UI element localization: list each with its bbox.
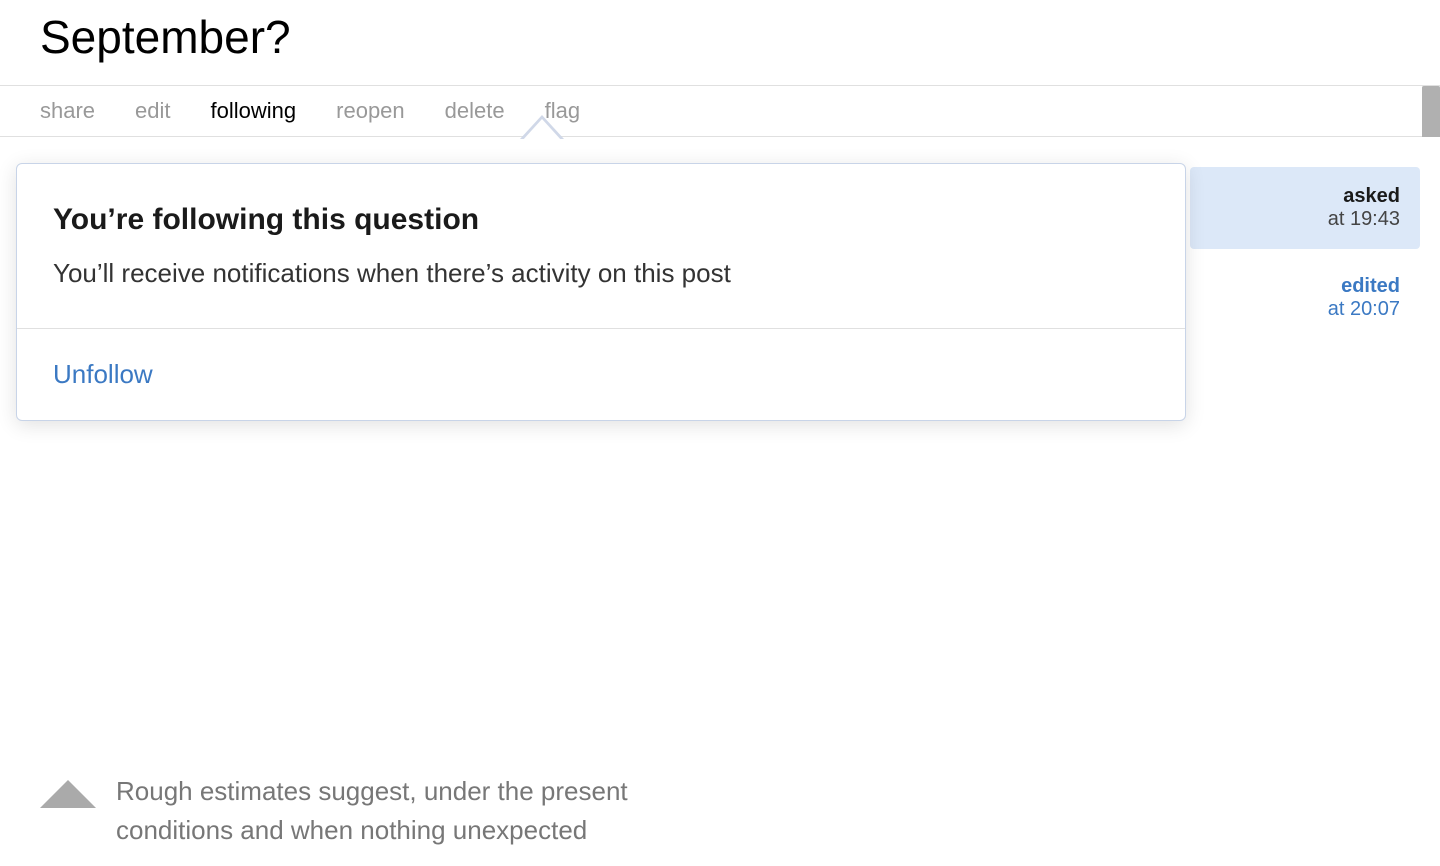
action-bar-items: share edit following reopen delete flag <box>40 84 580 138</box>
tooltip-arrow <box>520 115 564 139</box>
action-edit[interactable]: edit <box>135 84 170 138</box>
scrollbar[interactable] <box>1422 86 1440 136</box>
page-wrapper: September? share edit following reopen d… <box>0 0 1440 866</box>
asked-time: at 19:43 <box>1210 208 1400 231</box>
main-content: You’re following this question You’ll re… <box>0 137 1440 637</box>
action-delete[interactable]: delete <box>445 84 505 138</box>
bottom-text: Rough estimates suggest, under the prese… <box>116 772 628 850</box>
tooltip-footer: Unfollow <box>17 329 1185 420</box>
upvote-area <box>40 780 96 808</box>
bottom-text-line1: Rough estimates suggest, under the prese… <box>116 772 628 811</box>
asked-label: asked <box>1210 185 1400 208</box>
edited-box: edited at 20:07 <box>1190 257 1420 339</box>
upvote-button[interactable] <box>40 780 96 808</box>
bottom-text-line2: conditions and when nothing unexpected <box>116 811 628 850</box>
action-following[interactable]: following <box>211 84 297 138</box>
bottom-section: Rough estimates suggest, under the prese… <box>0 758 1422 866</box>
action-bar: share edit following reopen delete flag <box>0 85 1440 137</box>
unfollow-link[interactable]: Unfollow <box>53 359 153 389</box>
tooltip-description: You’ll receive notifications when there’… <box>53 255 1149 291</box>
edited-label: edited <box>1210 275 1400 298</box>
tooltip-body: You’re following this question You’ll re… <box>17 164 1185 328</box>
tooltip-popup: You’re following this question You’ll re… <box>16 163 1186 420</box>
tooltip-container: You’re following this question You’ll re… <box>8 163 1186 420</box>
edited-time: at 20:07 <box>1210 298 1400 321</box>
question-title-area: September? <box>0 0 1440 85</box>
right-sidebar: asked at 19:43 edited at 20:07 <box>1190 167 1420 339</box>
tooltip-title: You’re following this question <box>53 200 1149 239</box>
asked-box: asked at 19:43 <box>1190 167 1420 249</box>
question-title: September? <box>40 10 1400 65</box>
action-share[interactable]: share <box>40 84 95 138</box>
action-reopen[interactable]: reopen <box>336 84 405 138</box>
